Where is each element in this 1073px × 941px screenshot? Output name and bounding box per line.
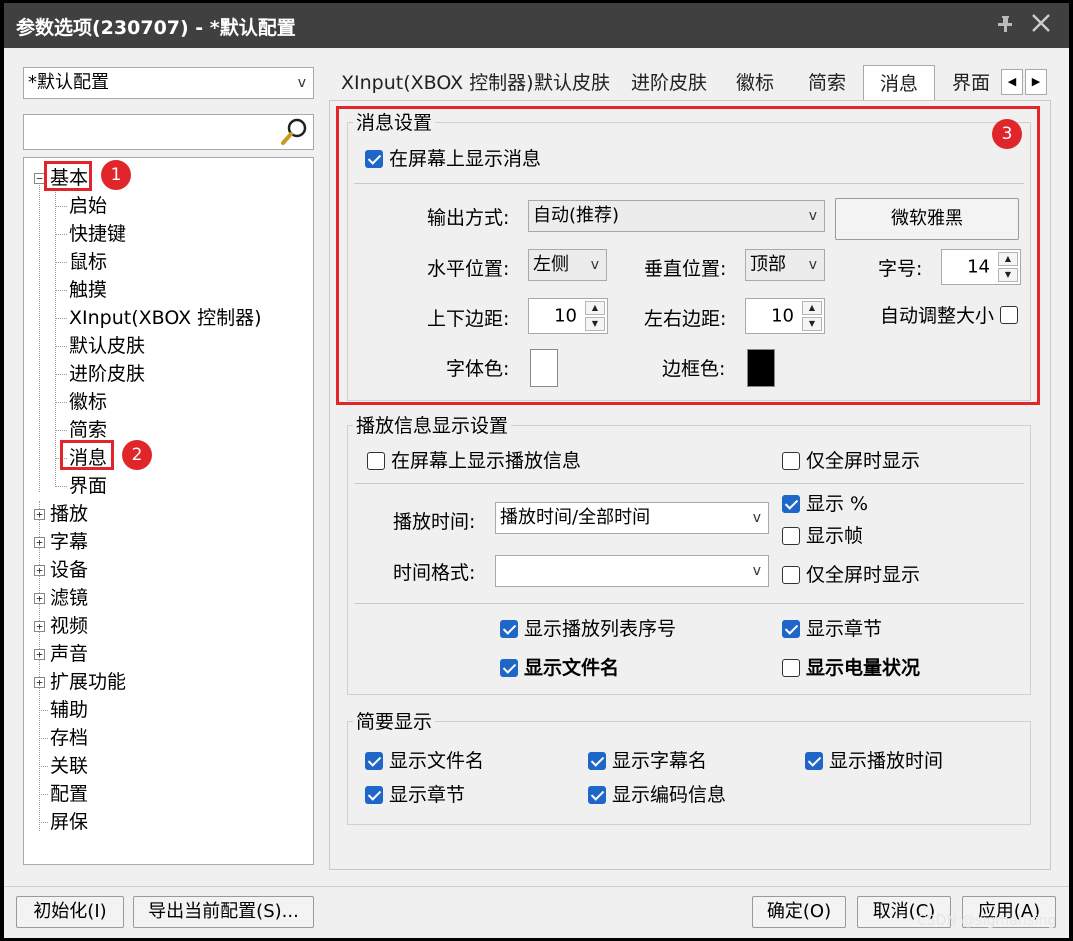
brief-subtitle-checkbox[interactable] <box>588 752 606 770</box>
playback-info-title: 播放信息显示设置 <box>353 417 512 436</box>
show-filename-label: 显示文件名 <box>524 657 620 679</box>
ok-button[interactable]: 确定(O) <box>752 896 846 928</box>
brief-chapter-checkbox[interactable] <box>365 786 383 804</box>
badge-2: 2 <box>122 440 152 470</box>
badge-1: 1 <box>101 160 131 190</box>
brief-filename-checkbox[interactable] <box>365 752 383 770</box>
tab-xinput[interactable]: XInput(XBOX 控制器) <box>341 65 534 101</box>
init-button[interactable]: 初始化(I) <box>16 896 124 928</box>
tree-item-expandable[interactable]: 声音 <box>50 643 88 665</box>
tree-expand-toggle[interactable]: + <box>34 593 45 604</box>
profile-select[interactable]: *默认配置 v <box>23 67 314 99</box>
tree-item-basic-child[interactable]: 徽标 <box>69 391 107 413</box>
show-playlist-num-label: 显示播放列表序号 <box>524 618 677 640</box>
time-format-label: 时间格式: <box>393 562 476 584</box>
brief-filename-label: 显示文件名 <box>389 750 485 772</box>
tree-item-basic-child[interactable]: 默认皮肤 <box>69 335 145 357</box>
show-playlist-num-checkbox[interactable] <box>500 620 518 638</box>
search-input[interactable] <box>23 114 314 150</box>
fullscreen-only-checkbox-1[interactable] <box>782 452 800 470</box>
tree-item-expandable[interactable]: 视频 <box>50 615 88 637</box>
tree-item-basic-child[interactable]: 启始 <box>69 195 107 217</box>
highlight-message <box>60 440 114 470</box>
show-playback-label: 在屏幕上显示播放信息 <box>391 450 582 472</box>
tab-advanced-skin[interactable]: 进阶皮肤 <box>631 65 707 101</box>
fullscreen-only-label-2: 仅全屏时显示 <box>806 564 921 586</box>
tree-item-expandable[interactable]: 扩展功能 <box>50 671 126 693</box>
tab-message[interactable]: 消息 <box>863 65 936 102</box>
show-chapter-label: 显示章节 <box>806 618 883 640</box>
chevron-down-icon: v <box>752 510 761 526</box>
tree-item-expandable[interactable]: 滤镜 <box>50 587 88 609</box>
show-playback-checkbox[interactable] <box>367 452 385 470</box>
tree-item-basic-child[interactable]: XInput(XBOX 控制器) <box>69 307 262 329</box>
tree-item-leaf[interactable]: 屏保 <box>50 811 88 833</box>
tree-item-leaf[interactable]: 配置 <box>50 783 88 805</box>
brief-display-title: 简要显示 <box>353 713 436 732</box>
fullscreen-only-checkbox-2[interactable] <box>782 566 800 584</box>
brief-codec-checkbox[interactable] <box>588 786 606 804</box>
tree-item-basic-child[interactable]: 鼠标 <box>69 251 107 273</box>
play-time-select[interactable]: 播放时间/全部时间 v <box>495 502 769 534</box>
brief-playtime-checkbox[interactable] <box>805 752 823 770</box>
title-bar: 参数选项(230707) - *默认配置 <box>4 3 1069 48</box>
tree-item-leaf[interactable]: 存档 <box>50 727 88 749</box>
tree-item-basic-child[interactable]: 快捷键 <box>69 223 126 245</box>
preferences-window: 参数选项(230707) - *默认配置 *默认配置 v − 基本 启始 快捷键鼠… <box>4 3 1069 938</box>
tree-item-basic-child[interactable]: 进阶皮肤 <box>69 363 145 385</box>
tree-expand-toggle[interactable]: + <box>34 509 45 520</box>
tree-item-expandable[interactable]: 字幕 <box>50 531 88 553</box>
tree-item-expandable[interactable]: 设备 <box>50 559 88 581</box>
profile-select-value: *默认配置 <box>28 72 109 93</box>
tab-logo[interactable]: 徽标 <box>736 65 774 101</box>
chevron-down-icon: v <box>297 75 306 91</box>
window-title: 参数选项(230707) - *默认配置 <box>16 17 296 39</box>
magnifier-icon[interactable] <box>279 117 309 147</box>
tree-expand-toggle[interactable]: + <box>34 537 45 548</box>
tree-item-expandable[interactable]: 播放 <box>50 503 88 525</box>
show-percent-checkbox[interactable] <box>782 495 800 513</box>
play-time-label: 播放时间: <box>393 511 476 533</box>
show-chapter-checkbox[interactable] <box>782 620 800 638</box>
playback-info-group: 播放信息显示设置 在屏幕上显示播放信息 仅全屏时显示 显示 % 播放时间: 播放… <box>347 417 1031 695</box>
brief-codec-label: 显示编码信息 <box>612 784 727 806</box>
tab-default-skin[interactable]: 默认皮肤 <box>534 65 610 101</box>
brief-display-group: 简要显示 显示文件名 显示字幕名 显示播放时间 显示章节 显示编码信息 <box>347 713 1031 825</box>
show-frame-checkbox[interactable] <box>782 527 800 545</box>
brief-chapter-label: 显示章节 <box>389 784 466 806</box>
time-format-select[interactable]: v <box>495 555 769 587</box>
watermark: CSDN @sigmarising <box>917 913 1057 929</box>
tab-interface[interactable]: 界面 <box>952 65 990 101</box>
tree-item-leaf[interactable]: 辅助 <box>50 699 88 721</box>
tree-expand-toggle[interactable]: + <box>34 621 45 632</box>
tab-next-button[interactable]: ▶ <box>1025 69 1047 95</box>
tree-item-basic-child[interactable]: 简索 <box>69 419 107 441</box>
show-filename-checkbox[interactable] <box>500 659 518 677</box>
highlight-basic <box>44 161 92 191</box>
pin-icon[interactable] <box>994 12 1018 36</box>
show-frame-label: 显示帧 <box>806 525 864 547</box>
tree-expand-toggle[interactable]: + <box>34 677 45 688</box>
show-battery-label: 显示电量状况 <box>806 657 921 679</box>
tree-item-leaf[interactable]: 关联 <box>50 755 88 777</box>
show-battery-checkbox[interactable] <box>782 659 800 677</box>
tab-brief[interactable]: 简索 <box>808 65 846 101</box>
show-percent-label: 显示 % <box>806 493 869 515</box>
tab-strip: XInput(XBOX 控制器) 默认皮肤 进阶皮肤 徽标 简索 消息 界面 <box>329 65 1029 102</box>
brief-subtitle-label: 显示字幕名 <box>612 750 708 772</box>
export-config-button[interactable]: 导出当前配置(S)... <box>133 896 314 928</box>
chevron-down-icon: v <box>752 563 761 579</box>
highlight-message-settings <box>336 106 1040 405</box>
brief-playtime-label: 显示播放时间 <box>829 750 944 772</box>
settings-tree: − 基本 启始 快捷键 鼠标 触摸 XInput(XBOX 控制器) 默认皮肤 进阶皮肤 徽标… <box>23 157 314 865</box>
tab-prev-button[interactable]: ◀ <box>1001 69 1023 95</box>
fullscreen-only-label-1: 仅全屏时显示 <box>806 450 921 472</box>
badge-3: 3 <box>992 119 1022 149</box>
tree-expand-toggle[interactable]: + <box>34 649 45 660</box>
tree-item-basic-child[interactable]: 界面 <box>69 475 107 497</box>
tree-expand-toggle[interactable]: + <box>34 565 45 576</box>
tree-item-basic-child[interactable]: 触摸 <box>69 279 107 301</box>
close-icon[interactable] <box>1028 10 1054 36</box>
